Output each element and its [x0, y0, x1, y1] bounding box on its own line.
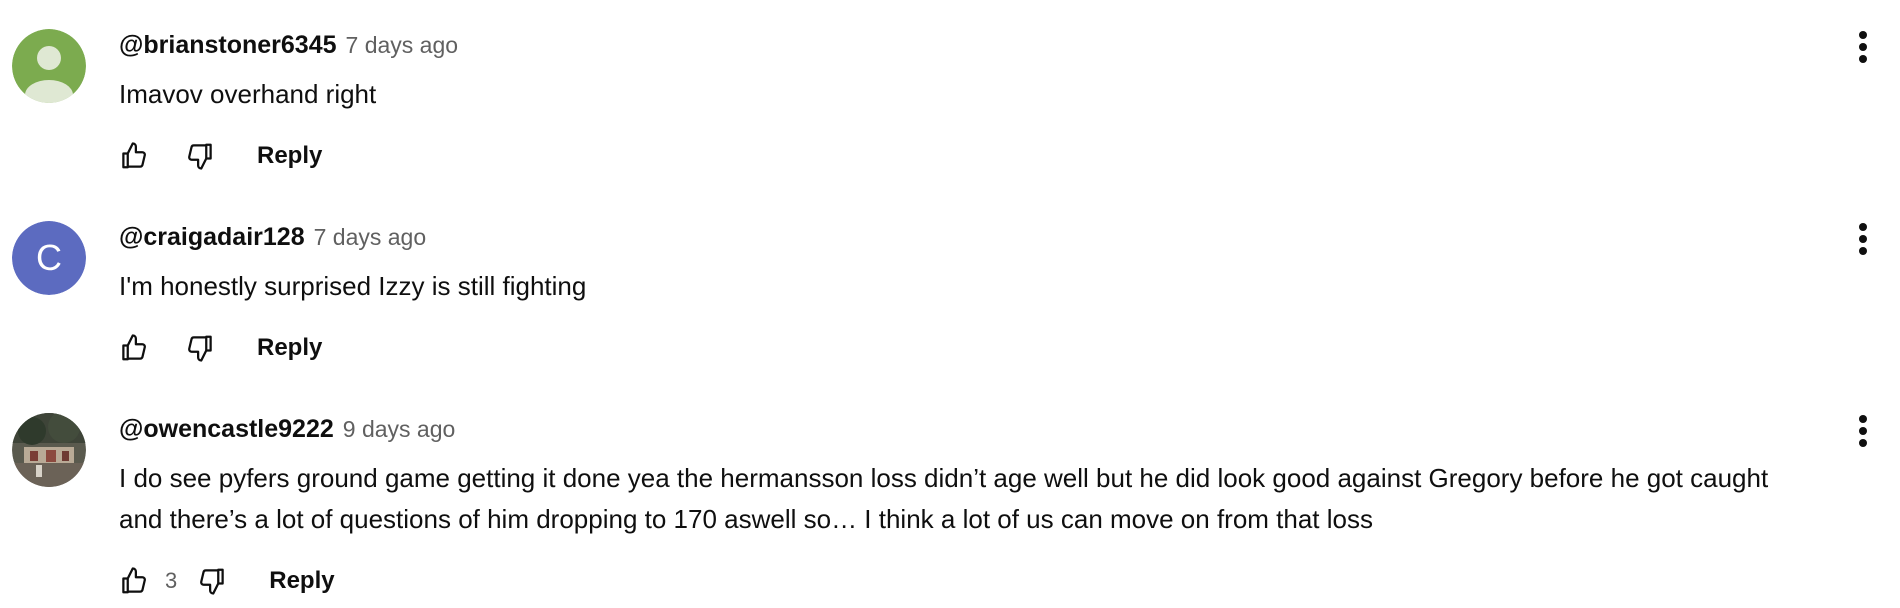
- comment-author[interactable]: @brianstoner6345: [119, 31, 337, 60]
- comment-text: I do see pyfers ground game getting it d…: [119, 463, 1769, 534]
- reply-button[interactable]: Reply: [269, 567, 334, 595]
- more-vert-icon: [1859, 31, 1867, 63]
- profile-photo-avatar: [12, 413, 86, 487]
- comment-timestamp[interactable]: 9 days ago: [343, 416, 456, 443]
- comment-author[interactable]: @craigadair128: [119, 223, 305, 252]
- like-button[interactable]: [117, 139, 151, 173]
- like-button[interactable]: [117, 564, 151, 598]
- thumbs-down-icon: [200, 568, 224, 595]
- avatar[interactable]: [12, 413, 86, 487]
- comment-text: Imavov overhand right: [119, 79, 377, 109]
- thumbs-up-icon: [122, 567, 146, 594]
- dislike-button[interactable]: [183, 139, 217, 173]
- like-count: 3: [165, 568, 178, 593]
- default-person-avatar-icon: [12, 29, 86, 103]
- thumbs-down-icon: [188, 335, 212, 362]
- comment-menu-button[interactable]: [1847, 411, 1879, 451]
- comment-header: @brianstoner6345 7 days ago: [119, 31, 458, 63]
- reply-button[interactable]: Reply: [257, 334, 322, 362]
- comment-header: @craigadair128 7 days ago: [119, 223, 426, 255]
- dislike-button[interactable]: [195, 564, 229, 598]
- avatar-letter: C: [12, 221, 86, 295]
- reply-button[interactable]: Reply: [257, 142, 322, 170]
- comment-timestamp[interactable]: 7 days ago: [346, 32, 459, 59]
- comment-actions: 3 Reply: [117, 561, 335, 601]
- comment-menu-button[interactable]: [1847, 27, 1879, 67]
- thumbs-up-icon: [122, 334, 146, 361]
- comment-actions: Reply: [117, 328, 322, 368]
- comment-menu-button[interactable]: [1847, 219, 1879, 259]
- thumbs-up-icon: [122, 142, 146, 169]
- avatar[interactable]: C: [12, 221, 86, 295]
- more-vert-icon: [1859, 415, 1867, 447]
- comment-author[interactable]: @owencastle9222: [119, 415, 334, 444]
- comment-text: I'm honestly surprised Izzy is still fig…: [119, 271, 587, 301]
- like-button[interactable]: [117, 331, 151, 365]
- thumbs-down-icon: [188, 143, 212, 170]
- more-vert-icon: [1859, 223, 1867, 255]
- comment-header: @owencastle9222 9 days ago: [119, 415, 455, 447]
- comment-actions: Reply: [117, 136, 322, 176]
- dislike-button[interactable]: [183, 331, 217, 365]
- comment-timestamp[interactable]: 7 days ago: [314, 224, 427, 251]
- avatar[interactable]: [12, 29, 86, 103]
